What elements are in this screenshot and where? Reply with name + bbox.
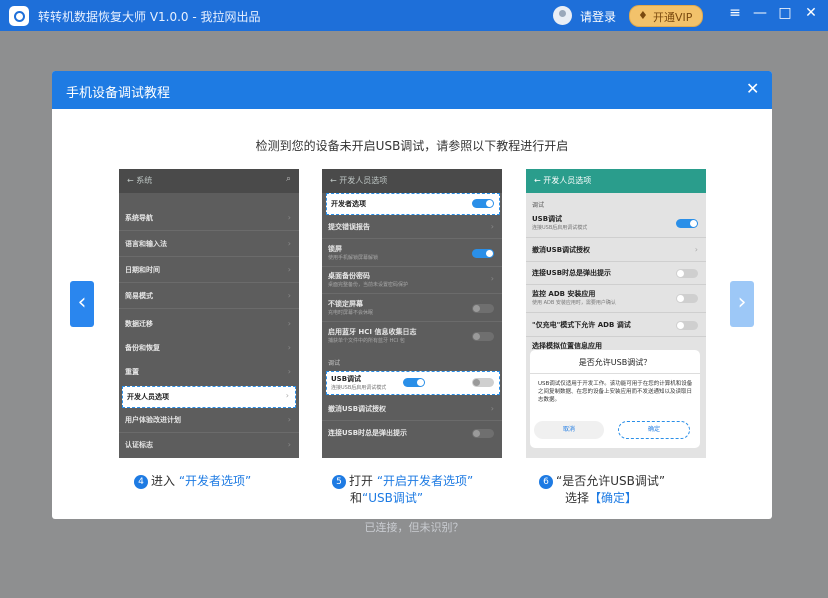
- step-number: 4: [134, 475, 148, 489]
- phone-header: ← 开发人员选项: [322, 169, 502, 193]
- vip-label: 开通VIP: [653, 11, 693, 24]
- dialog-body: USB调试仅适用于开发工作。该功能可用于在您的计算机和设备之间复制数据、在您的设…: [538, 381, 693, 403]
- close-icon[interactable]: ✕: [802, 5, 820, 21]
- caption-step5: 5 打开 “开启开发者选项” 和“USB调试”: [332, 473, 473, 507]
- diamond-icon: ♦: [638, 9, 648, 22]
- phone-screenshot-step6: ← 开发人员选项 调试 USB调试 连接USB后启用调试模式 撤消USB调试授权 ›…: [526, 169, 706, 458]
- avatar-icon[interactable]: [553, 6, 572, 25]
- phone-header: ← 开发人员选项: [526, 169, 706, 193]
- list-item: 语言和输入法 ›: [125, 239, 291, 248]
- phone-header-title: ← 开发人员选项: [330, 176, 388, 185]
- phone-header-title: ← 系统: [127, 176, 153, 185]
- list-item: 认证标志 ›: [125, 440, 291, 449]
- list-item: "仅充电"模式下允许 ADB 调试: [526, 317, 706, 335]
- list-item: USB调试 连接USB后启用调试模式: [526, 213, 706, 235]
- dialog-ok-button: 确定: [618, 421, 690, 439]
- modal-title: 手机设备调试教程: [66, 86, 171, 101]
- maximize-icon[interactable]: □: [776, 5, 794, 21]
- step-number: 5: [332, 475, 346, 489]
- background-status-link: 已连接，但未识别？: [364, 521, 464, 534]
- phone-header: ← 系统 ⌕: [119, 169, 299, 193]
- highlight-developer-options: 开发人员选项 ›: [122, 386, 296, 408]
- highlight-developer-toggle: 开发者选项: [326, 193, 500, 215]
- modal-header: 手机设备调试教程 ✕: [52, 71, 772, 109]
- list-item: 锁屏 使用手机解锁屏幕解锁: [322, 243, 502, 265]
- toggle-switch: [403, 378, 425, 387]
- next-arrow-button[interactable]: ›: [730, 281, 754, 327]
- list-item: 备份和恢复 ›: [125, 343, 291, 352]
- list-item: 日期和时间 ›: [125, 265, 291, 274]
- search-icon: ⌕: [285, 174, 291, 184]
- list-item: 系统导航 ›: [125, 213, 291, 222]
- modal-close-icon[interactable]: ✕: [746, 79, 759, 98]
- toggle-switch: [472, 378, 494, 387]
- list-item: 数据迁移 ›: [125, 319, 291, 328]
- list-item: 重置 ›: [125, 367, 291, 376]
- list-item: 连接USB时总是弹出提示: [526, 265, 706, 283]
- dialog-cancel-button: 取消: [534, 421, 604, 439]
- login-link[interactable]: 请登录: [580, 8, 616, 25]
- section-label: 调试: [328, 360, 341, 367]
- dialog-title: 是否允许USB调试？: [578, 358, 652, 367]
- list-item: 桌面备份密码 桌面完整备份，当前未设置密码保护 ›: [328, 272, 494, 288]
- app-title: 转转机数据恢复大师 V1.0.0 - 我拉网出品: [38, 10, 261, 24]
- list-item: 连接USB时总是弹出提示: [322, 425, 502, 443]
- list-item: 提交错误报告 ›: [328, 222, 494, 231]
- app-logo-icon: [9, 6, 29, 26]
- minimize-icon[interactable]: —: [751, 5, 769, 21]
- step-number: 6: [539, 475, 553, 489]
- list-item: 简易模式 ›: [125, 291, 291, 300]
- toggle-switch: [472, 199, 494, 208]
- phone-screenshot-step5: ← 开发人员选项 开发者选项 提交错误报告 › 锁屏 使用手机解锁屏幕解锁 桌面备份…: [322, 169, 502, 458]
- list-item: 撤消USB调试授权 ›: [328, 404, 494, 413]
- highlight-usb-debug: USB调试 连接USB后启用调试模式: [326, 371, 500, 395]
- usb-debug-dialog: 是否允许USB调试？ USB调试仅适用于开发工作。该功能可用于在您的计算机和设备…: [530, 350, 700, 448]
- menu-icon[interactable]: ≡: [726, 5, 744, 21]
- list-item: 不锁定屏幕 充电时屏幕不会休眠: [322, 298, 502, 320]
- caption-step4: 4 进入 “开发者选项”: [134, 473, 251, 490]
- phone-screenshot-step4: ← 系统 ⌕ 系统导航 › 语言和输入法 › 日期和时间 › 简易模式 › 数据迁移 › …: [119, 169, 299, 458]
- prev-arrow-button[interactable]: ‹: [70, 281, 94, 327]
- debug-tutorial-modal: 手机设备调试教程 ✕ 检测到您的设备未开启USB调试，请参照以下教程进行开启 ‹…: [52, 71, 772, 519]
- title-bar: 转转机数据恢复大师 V1.0.0 - 我拉网出品 请登录 ♦ 开通VIP ≡ —…: [0, 0, 828, 31]
- list-item: 撤消USB调试授权 ›: [532, 245, 698, 254]
- phone-header-title: ← 开发人员选项: [534, 176, 592, 185]
- caption-step6: 6 “是否允许USB调试” 选择【确定】: [539, 473, 665, 507]
- modal-subtitle: 检测到您的设备未开启USB调试，请参照以下教程进行开启: [255, 139, 569, 153]
- list-item: 监控 ADB 安装应用 使用 ADB 安装应用时，需要用户确认: [526, 288, 706, 310]
- section-label: 调试: [532, 202, 545, 209]
- list-item: 启用蓝牙 HCI 信息收集日志 捕获单个文件中的所有蓝牙 HCI 包: [322, 326, 502, 348]
- list-item: 用户体验改进计划 ›: [125, 415, 291, 424]
- vip-button[interactable]: ♦ 开通VIP: [629, 5, 703, 27]
